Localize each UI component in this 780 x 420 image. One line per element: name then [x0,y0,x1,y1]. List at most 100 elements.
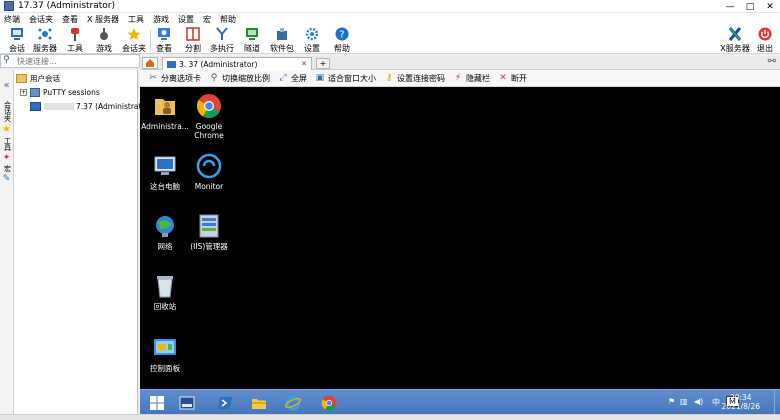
tray-lang[interactable]: 中 [712,397,720,408]
session-tab[interactable]: 3. 37 (Administrator) ✕ [162,57,312,70]
fit-window-button[interactable]: ▣ 适合窗口大小 [315,73,376,84]
remote-desktop[interactable]: Administra... Google Chrome 这台电脑 Monitor… [140,87,780,389]
tab-monitor-icon [167,60,176,68]
games-icon [97,27,111,41]
home-icon [146,59,154,67]
sessions-folder-button[interactable]: 会话夹 [117,27,151,53]
tray-volume-icon[interactable]: ◀) [694,397,703,406]
menu-macros[interactable]: 宏 [203,14,211,25]
desktop-icon-monitor[interactable]: Monitor [186,153,232,191]
new-tab-button[interactable]: + [316,58,330,69]
power-icon [758,27,772,41]
menu-tools[interactable]: 工具 [128,14,144,25]
quick-connect-input[interactable] [15,55,135,67]
help-button[interactable]: ? 帮助 [325,27,359,53]
macro-icon: ✎ [2,174,11,184]
menu-sessions[interactable]: 会话夹 [29,14,53,25]
toggle-zoom-button[interactable]: ⚲ 切换缩放比例 [209,73,270,84]
desktop-icon-this-pc[interactable]: 这台电脑 [142,153,188,191]
key-icon: ⚷ [385,73,393,83]
disconnect-icon: ✕ [499,73,507,83]
powershell-icon [218,396,232,409]
monitor-icon [30,101,41,111]
minimize-button[interactable]: — [720,0,740,13]
help-icon: ? [335,27,349,41]
desktop-icon-chrome[interactable]: Google Chrome [186,93,232,140]
expand-icon[interactable]: + [20,88,27,96]
fit-window-icon: ▣ [315,73,325,83]
svg-text:?: ? [339,30,344,41]
clock-time: 20:34 [729,393,752,402]
tray-network-icon[interactable]: ▥ [680,397,688,406]
server-manager-icon [179,396,195,409]
multiexec-icon [215,27,229,41]
xserver-button[interactable]: X服务器 [718,27,752,53]
show-desktop-button[interactable] [774,390,780,415]
desktop-icon-control-panel[interactable]: 控制面板 [142,335,188,373]
folder-icon [16,73,27,83]
set-password-button[interactable]: ⚷ 设置连接密码 [384,73,445,84]
games-button[interactable]: 游戏 [87,27,121,53]
strip-tab-tools[interactable]: 工具 [1,137,13,151]
menu-games[interactable]: 游戏 [153,14,169,25]
sidebar-strip: « 会话夹 ★ 工具 ✦ 宏 ✎ [0,70,14,414]
menu-view[interactable]: 查看 [62,14,78,25]
desktop-icon-iis-manager[interactable]: (IIS)管理器 [186,213,232,251]
quick-connect-box: ⚲ [0,54,140,68]
menu-settings[interactable]: 设置 [178,14,194,25]
tunnel-button[interactable]: 隧道 [235,27,269,53]
tab-label: 3. 37 (Administrator) [179,59,258,69]
strip-tab-macros[interactable]: 宏 [1,165,13,172]
desktop-icon-recycle-bin[interactable]: 回收站 [142,273,188,311]
putty-icon [30,87,40,97]
menu-terminal[interactable]: 终端 [4,14,20,25]
xserver-icon [728,27,742,41]
tree-putty-sessions[interactable]: + PuTTY sessions [20,86,100,98]
menu-xserver[interactable]: X 服务器 [87,14,119,25]
collapse-sidebar-button[interactable]: « [0,80,13,91]
taskbar-powershell[interactable] [214,392,236,413]
menu-help[interactable]: 帮助 [220,14,236,25]
taskbar-file-explorer[interactable] [248,392,270,413]
exit-button[interactable]: 退出 [748,27,780,53]
detach-tab-button[interactable]: ✂ 分离选项卡 [148,73,201,84]
close-button[interactable]: ✕ [760,0,780,13]
maximize-button[interactable]: □ [740,0,760,13]
home-tab[interactable] [142,57,158,69]
settings-button[interactable]: 设置 [295,27,329,53]
servers-icon [38,27,52,41]
taskbar-chrome[interactable] [318,392,340,413]
internet-explorer-icon [285,395,301,410]
servers-button[interactable]: 服务器 [28,27,62,53]
tunnel-icon [245,27,259,41]
user-folder-icon [155,99,175,115]
app-icon [4,1,14,11]
detach-icon: ✂ [149,73,157,83]
packages-button[interactable]: 软件包 [265,27,299,53]
fullscreen-button[interactable]: ⤢ 全屏 [278,73,307,84]
disconnect-button[interactable]: ✕ 断开 [498,73,527,84]
taskbar-clock[interactable]: 20:34 2021/8/26 [722,393,760,411]
desktop-icon-network[interactable]: 网络 [142,213,188,251]
star-icon [127,27,141,41]
start-button[interactable] [146,392,168,413]
taskbar-server-manager[interactable] [176,392,198,413]
tree-root-user-sessions[interactable]: 用户会话 [16,72,60,84]
tree-session-item[interactable]: 7.37 (Administrator) [30,100,152,112]
menu-bar: 终端 会话夹 查看 X 服务器 工具 游戏 设置 宏 帮助 [0,13,780,26]
hide-bar-button[interactable]: ⚡ 隐藏栏 [453,73,490,84]
strip-tab-sessions[interactable]: 会话夹 [1,101,13,122]
tray-flag-icon[interactable]: ⚑ [668,397,675,406]
attach-icon[interactable]: ⚯ [768,56,776,67]
window-title: 17.37 (Administrator) [18,1,116,11]
split-icon [186,27,200,41]
taskbar-ie[interactable] [282,392,304,413]
computer-icon [154,156,176,175]
multiexec-button[interactable]: 多执行 [205,27,239,53]
packages-icon [275,27,289,41]
view-icon [157,27,171,41]
tab-close-icon[interactable]: ✕ [301,60,307,68]
monitor-icon [196,153,222,179]
desktop-icon-administrator[interactable]: Administra... [141,93,189,131]
redacted-host [44,102,74,110]
